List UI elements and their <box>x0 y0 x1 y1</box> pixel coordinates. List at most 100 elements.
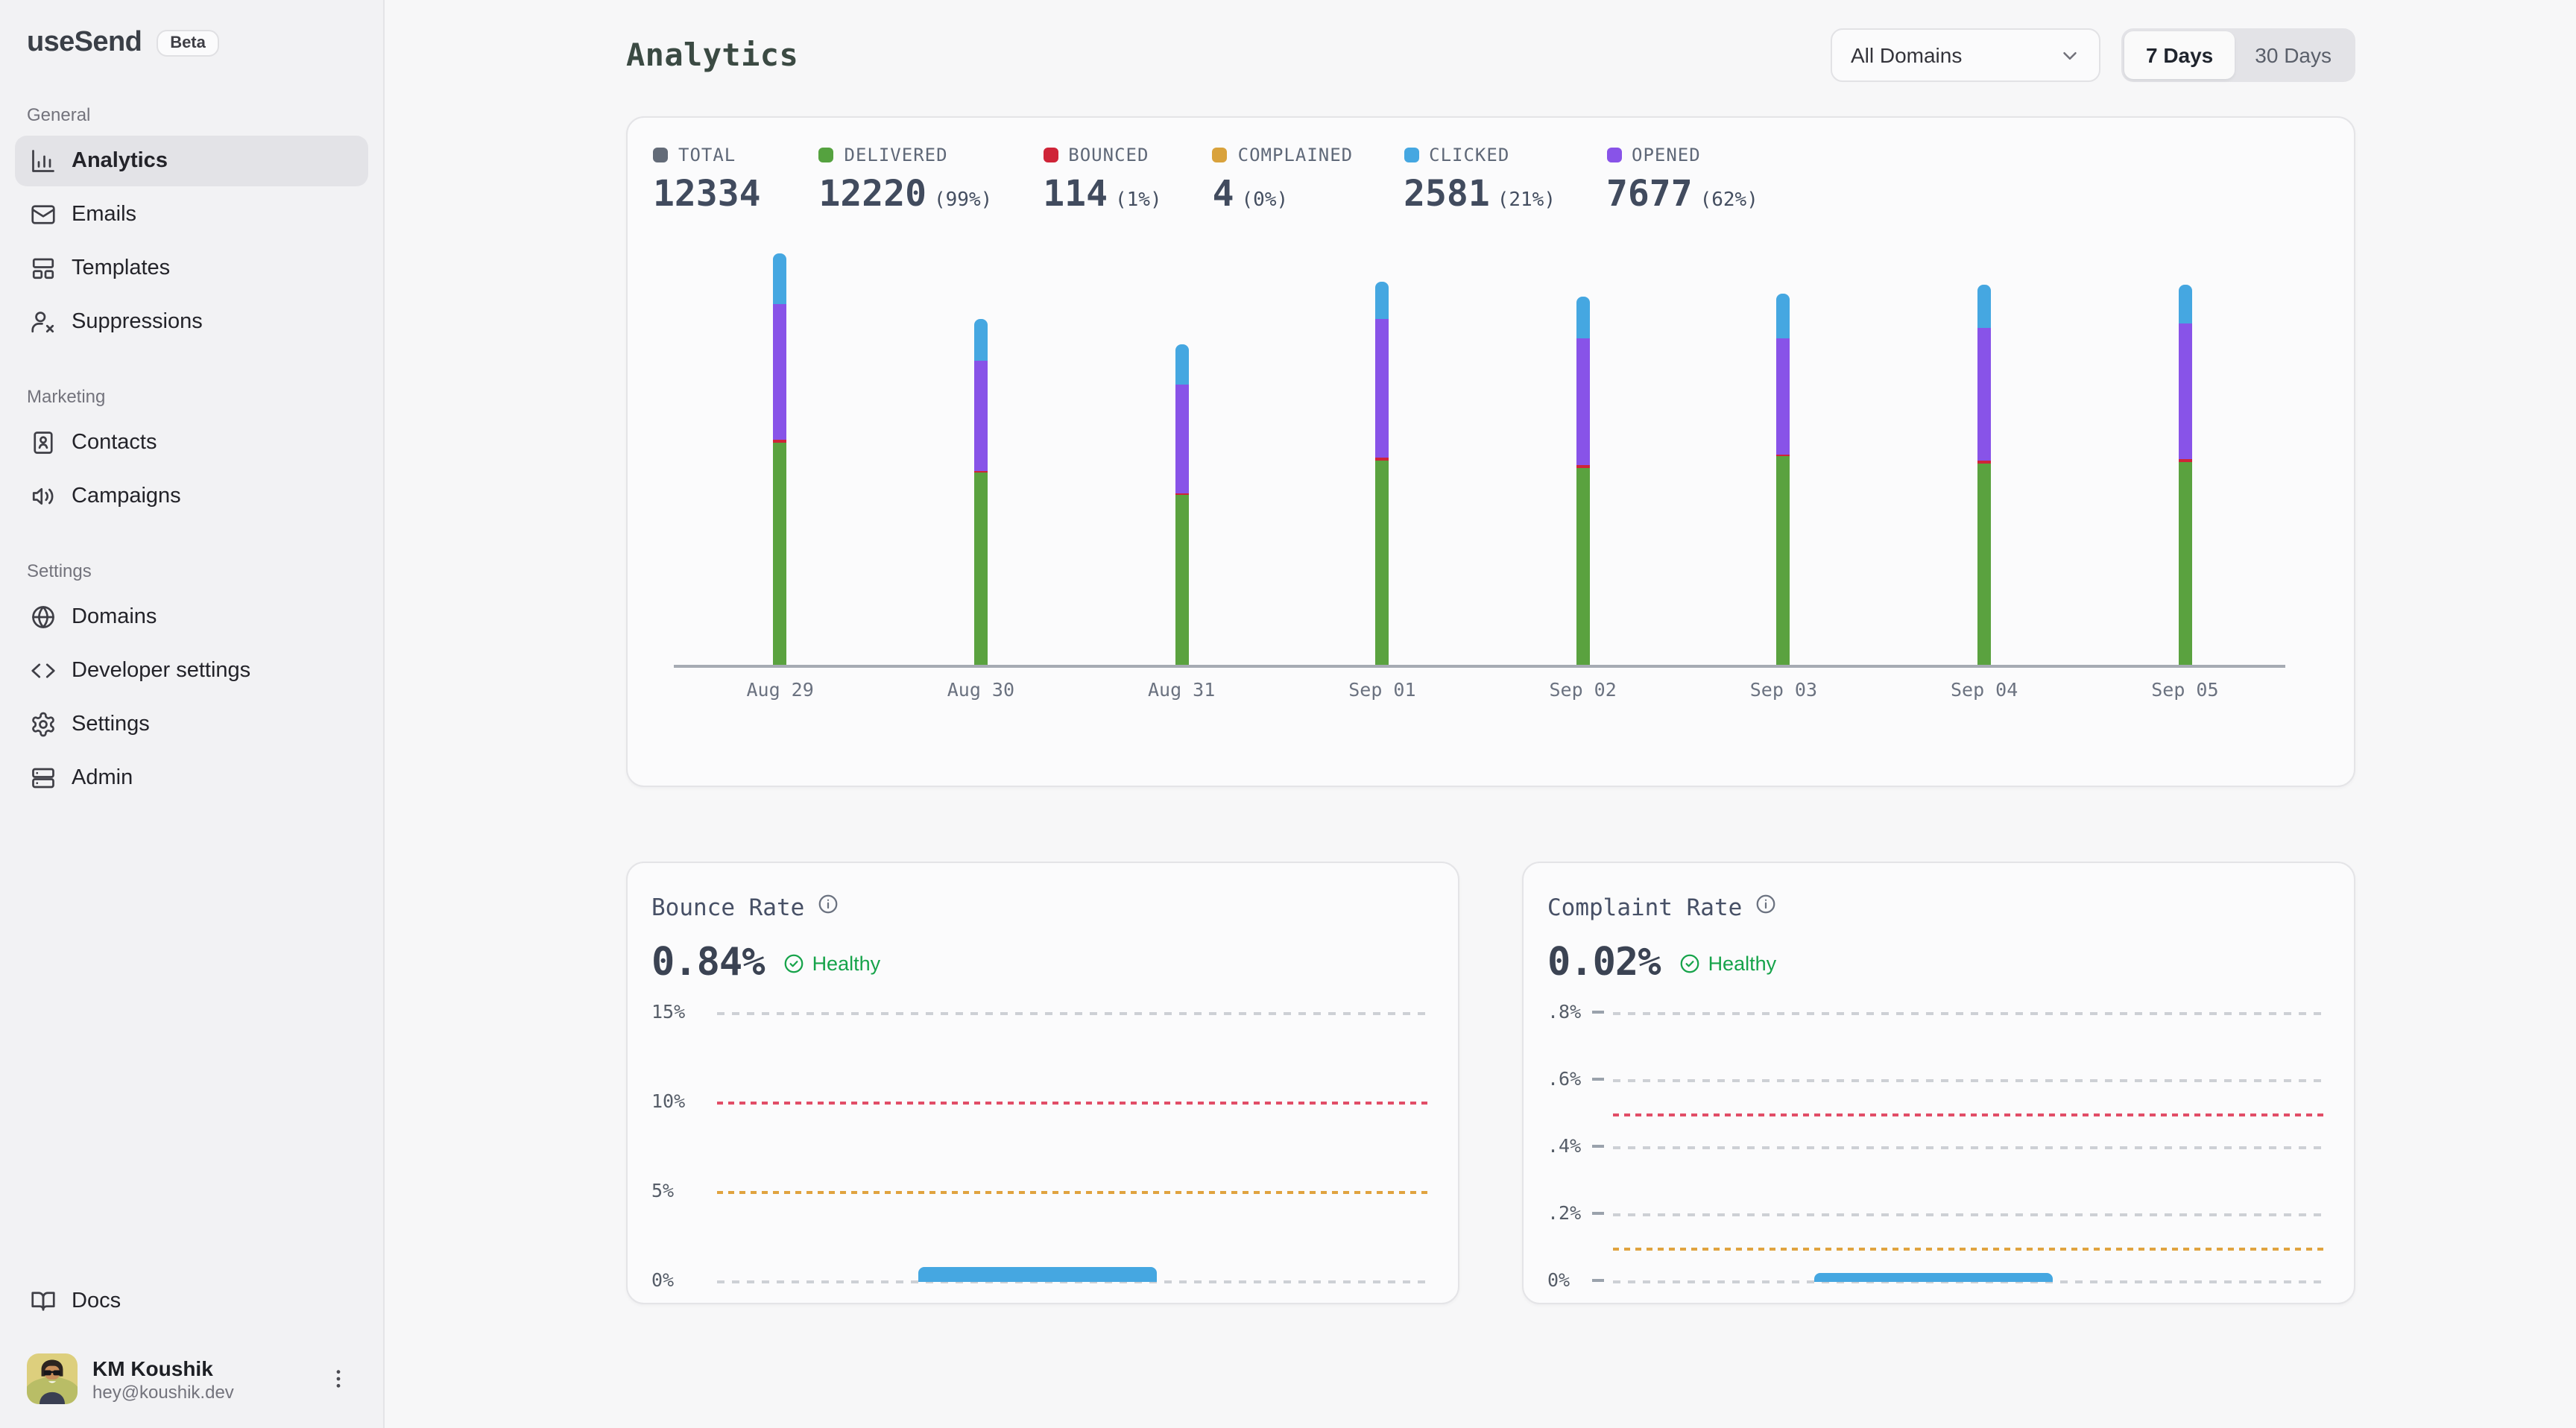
stacked-bar <box>974 319 988 665</box>
total-legend-dot <box>653 148 668 162</box>
bar-segment-opened <box>1777 338 1790 454</box>
stacked-bar <box>1777 294 1790 665</box>
stacked-bar <box>2178 285 2191 665</box>
threshold-line-danger <box>1613 1113 2324 1116</box>
sidebar-item-label: Admin <box>72 766 133 790</box>
analytics-card: TOTAL 12334 DELIVERED 12220(99%) BOUNCED… <box>626 116 2355 787</box>
gridline <box>1613 1146 2324 1149</box>
bounce-rate-chart: 15%10%5%0% <box>651 994 1434 1298</box>
sidebar-item-campaigns[interactable]: Campaigns <box>15 471 368 522</box>
y-axis-label: .6% <box>1547 1067 1581 1090</box>
user-menu[interactable]: KM Koushik hey@koushik.dev <box>15 1342 368 1410</box>
user-meta: KM Koushik hey@koushik.dev <box>92 1356 306 1402</box>
bar-segment-opened <box>1175 385 1188 493</box>
threshold-line-warning <box>717 1191 1428 1194</box>
domain-filter-value: All Domains <box>1851 43 1962 67</box>
stat-value: 2581 <box>1404 173 1490 215</box>
complaint-rate-title: Complaint Rate <box>1547 894 1742 920</box>
template-icon <box>30 255 57 282</box>
complained-legend-dot <box>1213 148 1228 162</box>
stat-complained: COMPLAINED 4(0%) <box>1213 145 1354 215</box>
complaint-rate-card: Complaint Rate 0.02% Healthy .8%.6%.4%.2… <box>1522 862 2355 1304</box>
code-icon <box>30 657 57 684</box>
rate-bar <box>1813 1273 2052 1282</box>
stat-value: 12334 <box>653 173 761 215</box>
info-icon[interactable] <box>1754 893 1776 921</box>
stat-percent: (1%) <box>1115 189 1162 212</box>
gridline <box>717 1012 1428 1015</box>
stats-legend-row: TOTAL 12334 DELIVERED 12220(99%) BOUNCED… <box>653 145 2285 215</box>
sidebar-item-templates[interactable]: Templates <box>15 243 368 294</box>
section-label-marketing: Marketing <box>27 386 368 407</box>
y-axis-label: 5% <box>651 1179 674 1201</box>
bar-segment-clicked <box>974 319 988 361</box>
section-label-settings: Settings <box>27 560 368 581</box>
bounce-rate-header: Bounce Rate <box>651 893 1434 921</box>
domain-filter-select[interactable]: All Domains <box>1831 28 2101 82</box>
complaint-rate-chart: .8%.6%.4%.2%0% <box>1547 994 2330 1298</box>
sidebar-item-domains[interactable]: Domains <box>15 592 368 642</box>
stat-delivered: DELIVERED 12220(99%) <box>819 145 993 215</box>
bar-segment-clicked <box>1375 282 1389 320</box>
sidebar-item-label: Campaigns <box>72 484 181 508</box>
x-axis-label: Aug 29 <box>713 678 847 701</box>
sidebar-item-label: Analytics <box>72 149 168 173</box>
complaint-rate-value-row: 0.02% Healthy <box>1547 941 2330 985</box>
app-logo: useSend <box>27 27 142 60</box>
stat-percent: (99%) <box>934 189 992 212</box>
complaint-health-badge: Healthy <box>1679 952 1777 974</box>
x-axis-label: Sep 04 <box>1917 678 2051 701</box>
range-30-days-button[interactable]: 30 Days <box>2234 31 2352 79</box>
y-axis-label: .2% <box>1547 1201 1581 1224</box>
x-axis-label: Sep 05 <box>2118 678 2252 701</box>
stat-total: TOTAL 12334 <box>653 145 768 215</box>
main-content: Analytics All Domains 7 Days 30 Days TOT… <box>385 0 2576 1428</box>
sidebar-item-label: Docs <box>72 1289 121 1313</box>
bar-segment-delivered <box>2178 462 2191 665</box>
sidebar-item-label: Emails <box>72 203 136 227</box>
kebab-menu-icon[interactable] <box>321 1361 356 1397</box>
user-email: hey@koushik.dev <box>92 1381 306 1402</box>
bounced-legend-dot <box>1043 148 1058 162</box>
beta-badge: Beta <box>157 30 219 57</box>
sidebar-item-contacts[interactable]: Contacts <box>15 417 368 468</box>
bar-segment-delivered <box>1576 467 1590 665</box>
stat-clicked: CLICKED 2581(21%) <box>1404 145 1556 215</box>
sidebar-item-label: Domains <box>72 605 157 629</box>
gridline <box>1613 1012 2324 1015</box>
stat-value: 4 <box>1213 173 1234 215</box>
bounce-rate-value-row: 0.84% Healthy <box>651 941 1434 985</box>
stat-percent: (62%) <box>1700 189 1758 212</box>
threshold-line-danger <box>717 1102 1428 1105</box>
sidebar-item-docs[interactable]: Docs <box>15 1276 368 1327</box>
bar-segment-opened <box>974 361 988 470</box>
server-icon <box>30 765 57 792</box>
sidebar-item-developer-settings[interactable]: Developer settings <box>15 645 368 696</box>
section-label-general: General <box>27 104 368 125</box>
sidebar-item-analytics[interactable]: Analytics <box>15 136 368 186</box>
info-icon[interactable] <box>816 893 839 921</box>
sidebar-item-emails[interactable]: Emails <box>15 189 368 240</box>
sidebar-item-suppressions[interactable]: Suppressions <box>15 297 368 347</box>
sidebar-item-admin[interactable]: Admin <box>15 753 368 803</box>
y-axis-label: 0% <box>1547 1269 1570 1291</box>
chevron-down-icon <box>2059 44 2082 66</box>
range-7-days-button[interactable]: 7 Days <box>2125 31 2234 79</box>
stacked-bar <box>1977 285 1991 665</box>
bar-segment-clicked <box>2178 285 2191 323</box>
bar-segment-delivered <box>774 442 787 665</box>
rate-cards-row: Bounce Rate 0.84% Healthy 15%10%5%0% Com… <box>626 862 2355 1304</box>
circle-check-icon <box>783 952 805 974</box>
bar-segment-delivered <box>1977 463 1991 665</box>
sidebar-item-settings[interactable]: Settings <box>15 699 368 750</box>
threshold-line-warning <box>1613 1247 2324 1250</box>
bounce-rate-card: Bounce Rate 0.84% Healthy 15%10%5%0% <box>626 862 1459 1304</box>
user-x-icon <box>30 309 57 335</box>
gridline <box>1613 1079 2324 1082</box>
book-open-icon <box>30 1288 57 1315</box>
stat-percent: (0%) <box>1242 189 1289 212</box>
y-axis-label: .4% <box>1547 1134 1581 1157</box>
bounce-health-label: Healthy <box>812 952 881 974</box>
bar-segment-delivered <box>974 473 988 665</box>
bar-chart-icon <box>30 148 57 174</box>
